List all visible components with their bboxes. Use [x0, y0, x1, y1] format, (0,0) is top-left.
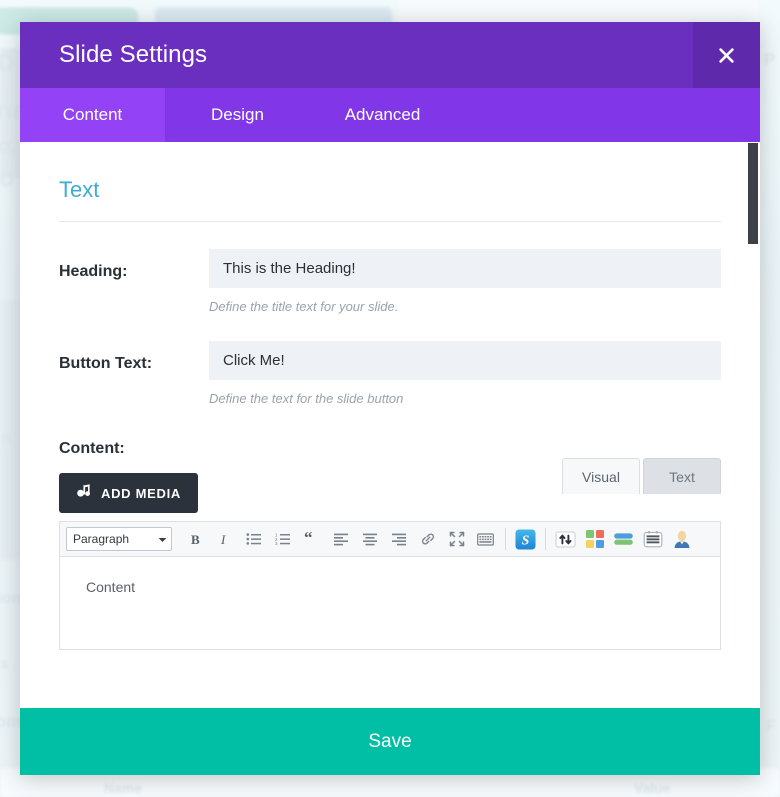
updown-arrows-icon[interactable]: [551, 525, 580, 553]
tab-content[interactable]: Content: [20, 88, 165, 142]
backdrop-ghost-text: P: [764, 50, 776, 69]
modal-scrollbar-thumb[interactable]: [747, 142, 759, 245]
italic-icon[interactable]: I: [210, 525, 239, 553]
heading-description: Define the title text for your slide.: [209, 299, 399, 314]
backdrop-column-value: Value: [634, 780, 671, 796]
person-icon[interactable]: [667, 525, 696, 553]
blockquote-icon[interactable]: “: [297, 525, 326, 553]
svg-text:I: I: [220, 532, 226, 547]
editor-tab-text[interactable]: Text: [643, 458, 721, 494]
link-icon[interactable]: [413, 525, 442, 553]
backdrop-column-name: Name: [104, 780, 143, 796]
numbered-list-icon[interactable]: 1 2 3: [268, 525, 297, 553]
save-button[interactable]: Save: [20, 708, 760, 775]
editor-toolbar: Paragraph B I 1 2 3 “ S: [60, 522, 720, 557]
stacked-bars-icon[interactable]: [609, 525, 638, 553]
content-block: Content: ADD MEDIA Visual Text Paragraph…: [59, 406, 721, 650]
chevron-down-icon: [158, 532, 167, 546]
svg-text:B: B: [191, 532, 200, 547]
add-media-label: ADD MEDIA: [101, 485, 181, 501]
add-media-button[interactable]: ADD MEDIA: [59, 473, 198, 513]
page-title: Slide Settings: [59, 41, 208, 68]
bold-icon[interactable]: B: [181, 525, 210, 553]
modal-body: Text Heading: Define the title text for …: [20, 142, 760, 708]
align-left-icon[interactable]: [326, 525, 355, 553]
backdrop-ghost-text: D: [0, 50, 14, 75]
close-icon: [718, 47, 735, 64]
modal-scrollbar-track[interactable]: [746, 142, 760, 708]
svg-text:3: 3: [275, 541, 278, 546]
svg-text:“: “: [304, 532, 313, 546]
button-text-label: Button Text:: [59, 355, 153, 372]
editor-mode-tabs: Visual Text: [562, 458, 721, 494]
modal-tabs: Content Design Advanced: [20, 88, 760, 142]
align-right-icon[interactable]: [384, 525, 413, 553]
tab-advanced[interactable]: Advanced: [310, 88, 455, 142]
editor-tab-visual[interactable]: Visual: [562, 458, 640, 494]
section-title-text: Text: [59, 142, 721, 222]
slide-settings-modal: Slide Settings Content Design Advanced T…: [20, 22, 760, 775]
field-row-heading: Heading: Define the title text for your …: [59, 222, 721, 314]
button-text-input[interactable]: [209, 341, 721, 380]
backdrop-ghost-text: s: [2, 430, 11, 447]
format-select[interactable]: Paragraph: [66, 527, 172, 551]
fullscreen-icon[interactable]: [442, 525, 471, 553]
content-editor: Paragraph B I 1 2 3 “ S Content: [59, 521, 721, 650]
backdrop-ghost-text: tion: [0, 590, 22, 607]
bulleted-list-icon[interactable]: [239, 525, 268, 553]
toolbar-divider: [545, 528, 546, 550]
shortcodes-icon[interactable]: S: [511, 525, 540, 553]
heading-input[interactable]: [209, 249, 721, 288]
editor-content-area[interactable]: Content: [60, 557, 720, 649]
backdrop-ghost-text: s: [0, 655, 9, 672]
content-label: Content:: [59, 440, 125, 457]
toolbar-divider: [505, 528, 506, 550]
field-row-button-text: Button Text: Define the text for the sli…: [59, 314, 721, 406]
toolbar-toggle-icon[interactable]: [471, 525, 500, 553]
backdrop-ghost-text: D: [0, 170, 14, 191]
modal-titlebar: Slide Settings: [20, 22, 760, 88]
svg-text:S: S: [522, 532, 530, 547]
card-list-icon[interactable]: [638, 525, 667, 553]
backdrop-ghost-text: om: [0, 712, 22, 731]
format-select-label: Paragraph: [73, 532, 130, 546]
close-button[interactable]: [693, 22, 760, 88]
button-text-description: Define the text for the slide button: [209, 391, 404, 406]
align-center-icon[interactable]: [355, 525, 384, 553]
tab-design[interactable]: Design: [165, 88, 310, 142]
backdrop-ghost-text: F: [766, 718, 776, 735]
grid-squares-icon[interactable]: [580, 525, 609, 553]
heading-label: Heading:: [59, 263, 128, 280]
add-media-icon: [76, 484, 92, 502]
